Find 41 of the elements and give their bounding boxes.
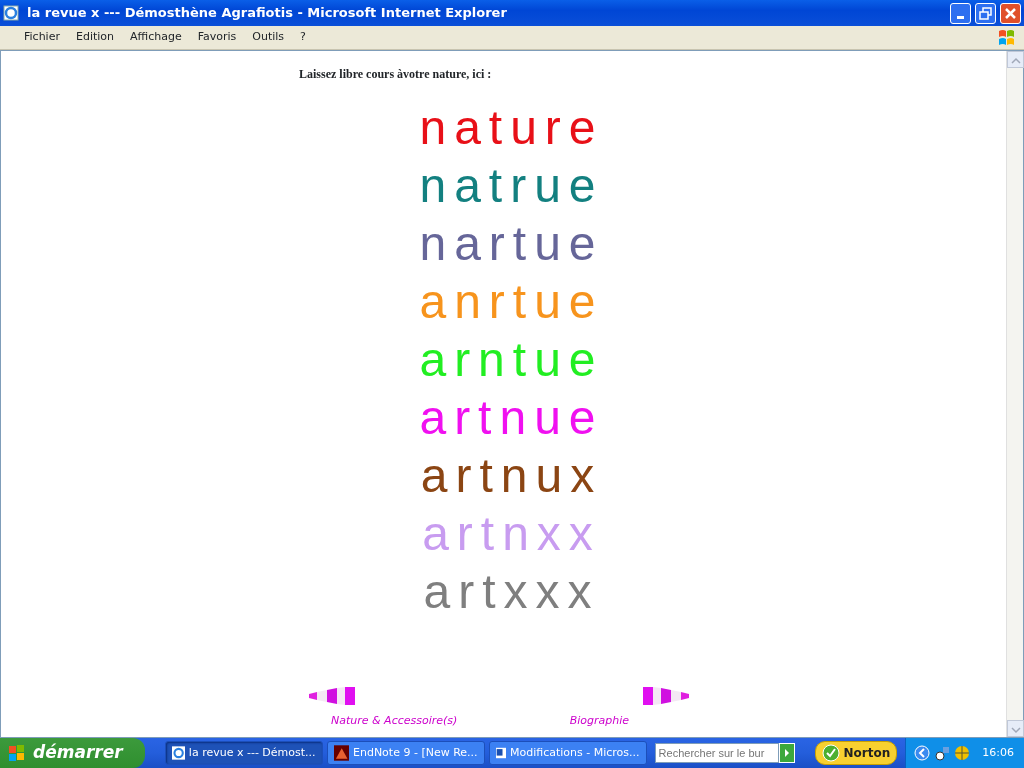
clock: 16:06	[982, 744, 1014, 761]
window-title: la revue x --- Démosthène Agrafiotis - Microsoft Internet Explorer	[27, 4, 508, 23]
windsock-icon[interactable]	[643, 686, 691, 705]
taskbar-button[interactable]: la revue x --- Démost...	[164, 741, 323, 765]
windows-logo-icon	[8, 744, 25, 762]
close-button[interactable]	[1000, 2, 1021, 24]
browser-icon	[171, 745, 185, 761]
word: artnxx	[421, 506, 602, 562]
word: artnux	[419, 448, 604, 504]
word: anrtue	[418, 274, 605, 330]
search-field[interactable]: Rechercher sur le bur	[654, 743, 779, 763]
browser-icon	[3, 5, 19, 21]
word: artnue	[418, 390, 605, 446]
norton-button[interactable]: Norton	[814, 741, 898, 765]
word: nature	[418, 100, 605, 156]
menu-item[interactable]: Edition	[67, 29, 122, 46]
taskbar-button[interactable]: Modifications - Micros...	[488, 741, 647, 765]
menu-item[interactable]: ?	[292, 29, 314, 46]
word: artxxx	[422, 564, 601, 620]
restore-icon	[978, 5, 993, 21]
close-icon	[1003, 5, 1018, 21]
nav-link[interactable]: Biographie	[569, 712, 629, 729]
heading: Laissez libre cours àvotre nature, ici :	[298, 66, 493, 83]
start-button[interactable]: démarrer	[0, 738, 145, 768]
menu-item[interactable]: Outils	[244, 29, 293, 46]
document-icon	[495, 745, 506, 761]
restore-button[interactable]	[975, 2, 996, 24]
nav-link[interactable]: Nature & Accessoire(s)	[331, 712, 551, 729]
minimize-button[interactable]	[950, 2, 971, 24]
play-icon	[784, 749, 789, 757]
windsock-icon[interactable]	[307, 686, 355, 705]
menu-item[interactable]: Favoris	[189, 29, 245, 46]
word: nartue	[418, 216, 605, 272]
minimize-icon	[957, 16, 964, 19]
app-icon	[333, 745, 349, 761]
word: arntue	[418, 332, 605, 388]
taskbar-button[interactable]: EndNote 9 - [New Re...	[326, 741, 485, 765]
menu-item[interactable]: Fichier	[16, 29, 68, 46]
menu-item[interactable]: Affichage	[122, 29, 190, 46]
checkmark-icon	[821, 744, 840, 762]
word: natrue	[418, 158, 605, 214]
